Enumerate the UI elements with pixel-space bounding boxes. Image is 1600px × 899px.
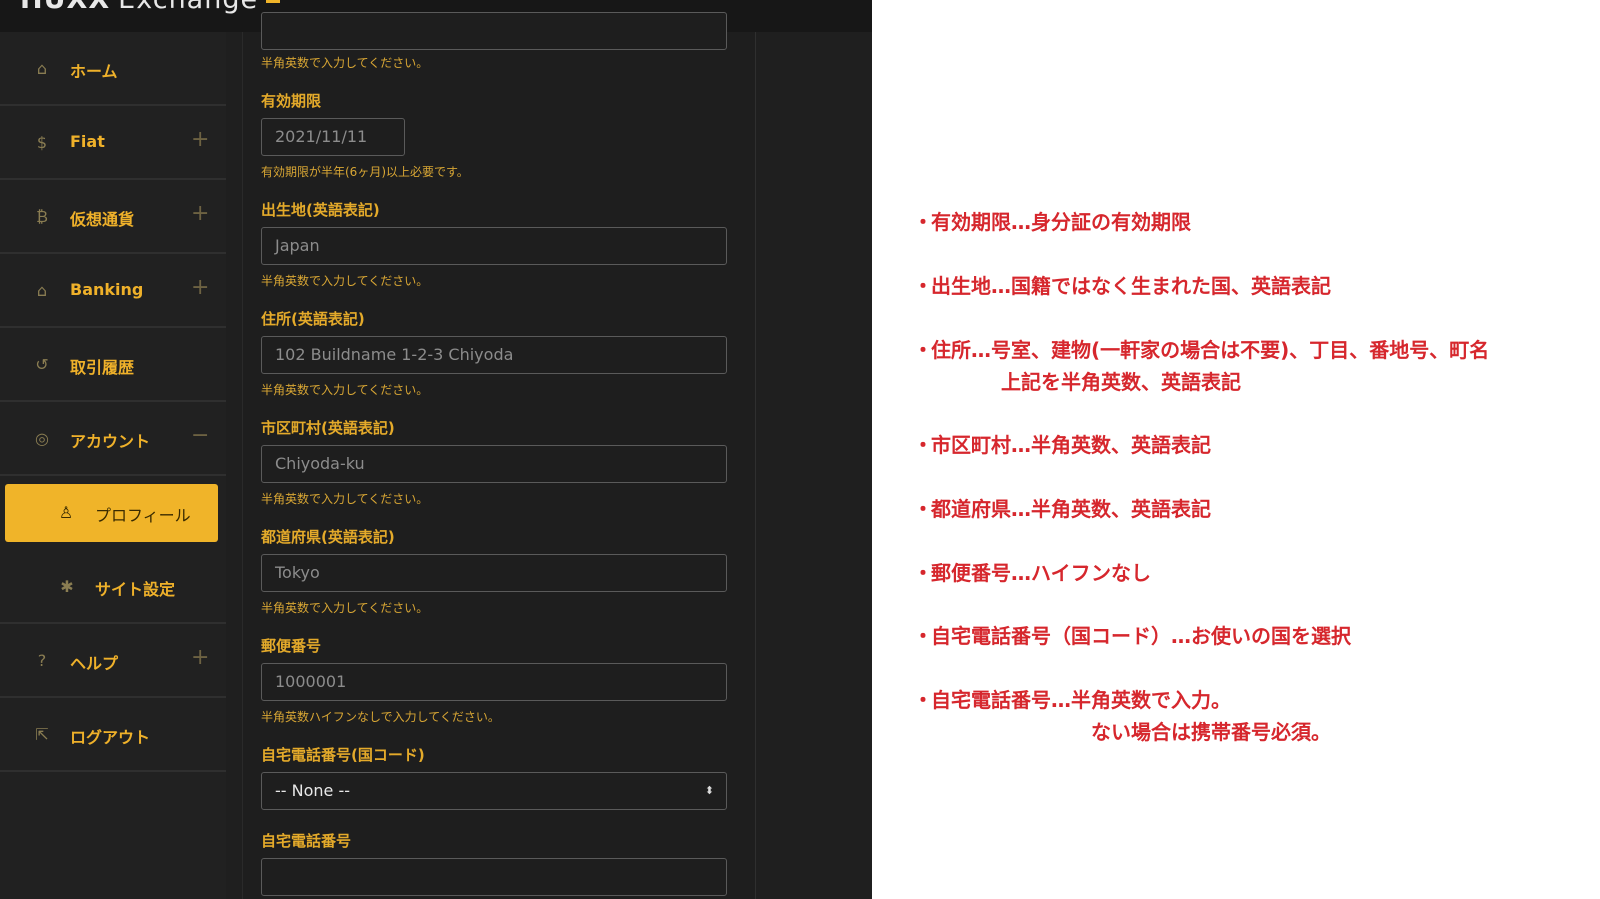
sidebar-item-history[interactable]: ↺ 取引履歴 (0, 328, 226, 402)
sidebar-item-label: サイト設定 (95, 580, 176, 599)
logout-icon: ⇱ (35, 725, 49, 744)
selected-value: -- None -- (275, 781, 351, 800)
expand-plus-icon[interactable]: + (191, 202, 209, 226)
collapse-minus-icon[interactable]: − (191, 424, 209, 448)
sidebar-item-account[interactable]: ◎ アカウント − (0, 402, 226, 476)
address-input[interactable]: 102 Buildname 1-2-3 Chiyoda (261, 336, 727, 374)
field-hint: 半角英数で入力してください。 (261, 383, 429, 397)
birthplace-input[interactable]: Japan (261, 227, 727, 265)
sidebar-item-help[interactable]: ? ヘルプ + (0, 624, 226, 698)
sidebar-item-banking[interactable]: ⌂ Banking + (0, 254, 226, 328)
city-input[interactable]: Chiyoda-ku (261, 445, 727, 483)
prefecture-input[interactable]: Tokyo (261, 554, 727, 592)
note-postal: ・郵便番号…ハイフンなし (913, 561, 1151, 585)
help-icon: ? (37, 651, 47, 670)
phone-label: 自宅電話番号 (261, 832, 352, 850)
expand-plus-icon[interactable]: + (191, 276, 209, 300)
phone-country-label: 自宅電話番号(国コード) (261, 746, 425, 764)
note-prefecture: ・都道府県…半角英数、英語表記 (913, 497, 1211, 521)
app-window: HUXXExchange ⌂ ホーム $ Fiat + ₿ 仮想通貨 + ⌂ B… (0, 0, 872, 899)
postal-input[interactable]: 1000001 (261, 663, 727, 701)
bank-icon: ⌂ (36, 281, 48, 300)
sidebar-item-profile[interactable]: ♙ プロフィール (0, 476, 226, 550)
sidebar: ⌂ ホーム $ Fiat + ₿ 仮想通貨 + ⌂ Banking + ↺ 取引… (0, 32, 226, 899)
sidebar-item-home[interactable]: ⌂ ホーム (0, 32, 226, 106)
birthplace-label: 出生地(英語表記) (261, 201, 380, 219)
previous-input-field[interactable] (261, 12, 727, 50)
note-phone: ・自宅電話番号…半角英数で入力。 ない場合は携帯番号必須。 (913, 688, 1331, 744)
field-hint: 半角英数で入力してください。 (261, 492, 429, 506)
address-label: 住所(英語表記) (261, 310, 365, 328)
city-label: 市区町村(英語表記) (261, 419, 395, 437)
history-icon: ↺ (35, 355, 49, 374)
home-icon: ⌂ (36, 59, 48, 78)
sidebar-item-label: アカウント (70, 432, 151, 451)
sidebar-item-label: ヘルプ (70, 654, 119, 673)
sidebar-item-logout[interactable]: ⇱ ログアウト (0, 698, 226, 772)
prefecture-label: 都道府県(英語表記) (261, 528, 395, 546)
sidebar-item-label: Fiat (70, 132, 105, 151)
field-hint: 半角英数で入力してください。 (261, 56, 429, 70)
field-hint: 有効期限が半年(6ヶ月)以上必要です。 (261, 165, 469, 179)
annotation-notes: ・有効期限…身分証の有効期限 ・出生地…国籍ではなく生まれた国、英語表記 ・住所… (913, 0, 1593, 899)
field-hint: 半角英数で入力してください。 (261, 274, 429, 288)
sidebar-item-label: 取引履歴 (70, 358, 135, 377)
field-hint: 半角英数ハイフンなしで入力してください。 (261, 710, 500, 724)
sidebar-item-site-settings[interactable]: ✱ サイト設定 (0, 550, 226, 624)
profile-form: 半角英数で入力してください。 有効期限 2021/11/11 有効期限が半年(6… (242, 12, 756, 899)
user-circle-icon: ◎ (35, 429, 49, 448)
note-expiry: ・有効期限…身分証の有効期限 (913, 210, 1191, 234)
expiry-input[interactable]: 2021/11/11 (261, 118, 405, 156)
gear-icon: ✱ (60, 577, 74, 596)
sidebar-item-label: 仮想通貨 (70, 210, 135, 229)
phone-country-select[interactable]: -- None -- ⬍ (261, 772, 727, 810)
menu-toggle-icon[interactable] (266, 0, 280, 3)
postal-label: 郵便番号 (261, 637, 322, 655)
app-logo[interactable]: HUXXExchange (20, 0, 258, 15)
expand-plus-icon[interactable]: + (191, 646, 209, 670)
phone-input[interactable] (261, 858, 727, 896)
sidebar-item-label: プロフィール (95, 506, 191, 525)
note-phone-country: ・自宅電話番号（国コード）…お使いの国を選択 (913, 624, 1351, 648)
sidebar-item-label: ログアウト (70, 728, 151, 747)
note-birthplace: ・出生地…国籍ではなく生まれた国、英語表記 (913, 274, 1331, 298)
expiry-label: 有効期限 (261, 92, 322, 110)
sidebar-item-label: Banking (70, 280, 144, 299)
field-hint: 半角英数で入力してください。 (261, 601, 429, 615)
sidebar-item-label: ホーム (70, 62, 118, 81)
sidebar-item-crypto[interactable]: ₿ 仮想通貨 + (0, 180, 226, 254)
sidebar-item-fiat[interactable]: $ Fiat + (0, 106, 226, 180)
bitcoin-icon: ₿ (36, 207, 48, 226)
note-address: ・住所…号室、建物(一軒家の場合は不要)、丁目、番地号、町名 上記を半角英数、英語… (913, 338, 1490, 394)
dollar-icon: $ (36, 133, 48, 152)
expand-plus-icon[interactable]: + (191, 128, 209, 152)
note-city: ・市区町村…半角英数、英語表記 (913, 433, 1211, 457)
user-icon: ♙ (58, 503, 74, 522)
select-arrows-icon: ⬍ (704, 784, 714, 797)
